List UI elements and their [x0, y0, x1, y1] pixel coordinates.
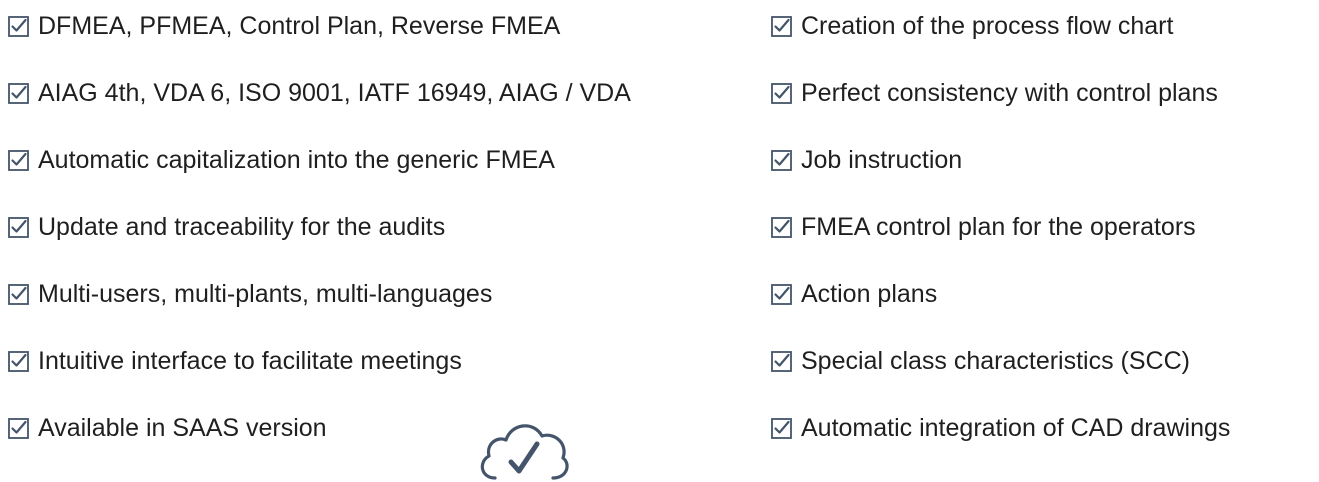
feature-label: DFMEA, PFMEA, Control Plan, Reverse FMEA [38, 12, 561, 40]
feature-label: Multi-users, multi-plants, multi-languag… [38, 280, 493, 308]
checkbox-checked-icon [771, 283, 792, 305]
feature-item: Creation of the process flow chart [771, 6, 1173, 46]
checkbox-checked-icon [771, 82, 792, 104]
checkbox-checked-icon [8, 283, 29, 305]
checkbox-checked-icon [771, 15, 792, 37]
checkbox-checked-icon [8, 149, 29, 171]
feature-item: FMEA control plan for the operators [771, 207, 1196, 247]
checkbox-checked-icon [771, 417, 792, 439]
feature-label: Special class characteristics (SCC) [801, 347, 1190, 375]
cloud-check-icon [475, 416, 571, 482]
feature-item: Automatic integration of CAD drawings [771, 408, 1230, 448]
feature-label: Action plans [801, 280, 938, 308]
feature-item: Multi-users, multi-plants, multi-languag… [8, 274, 492, 314]
feature-label: Update and traceability for the audits [38, 213, 446, 241]
checkbox-checked-icon [771, 350, 792, 372]
checkbox-checked-icon [8, 216, 29, 238]
checkbox-checked-icon [8, 15, 29, 37]
checkbox-checked-icon [771, 216, 792, 238]
checkbox-checked-icon [8, 417, 29, 439]
checkbox-checked-icon [8, 350, 29, 372]
feature-label: AIAG 4th, VDA 6, ISO 9001, IATF 16949, A… [38, 79, 631, 107]
feature-label: Intuitive interface to facilitate meetin… [38, 347, 462, 375]
feature-item: Job instruction [771, 140, 962, 180]
feature-item: Intuitive interface to facilitate meetin… [8, 341, 462, 381]
feature-label: FMEA control plan for the operators [801, 213, 1196, 241]
feature-label: Perfect consistency with control plans [801, 79, 1218, 107]
feature-label: Automatic capitalization into the generi… [38, 146, 555, 174]
feature-item: Update and traceability for the audits [8, 207, 445, 247]
feature-item: Automatic capitalization into the generi… [8, 140, 555, 180]
feature-item: Perfect consistency with control plans [771, 73, 1218, 113]
feature-item: Available in SAAS version [8, 408, 327, 448]
feature-item: DFMEA, PFMEA, Control Plan, Reverse FMEA [8, 6, 560, 46]
feature-label: Job instruction [801, 146, 963, 174]
feature-item: Special class characteristics (SCC) [771, 341, 1190, 381]
feature-item: AIAG 4th, VDA 6, ISO 9001, IATF 16949, A… [8, 73, 631, 113]
feature-label: Creation of the process flow chart [801, 12, 1174, 40]
checkbox-checked-icon [771, 149, 792, 171]
feature-label: Automatic integration of CAD drawings [801, 414, 1231, 442]
feature-label: Available in SAAS version [38, 414, 327, 442]
feature-item: Action plans [771, 274, 937, 314]
checkbox-checked-icon [8, 82, 29, 104]
